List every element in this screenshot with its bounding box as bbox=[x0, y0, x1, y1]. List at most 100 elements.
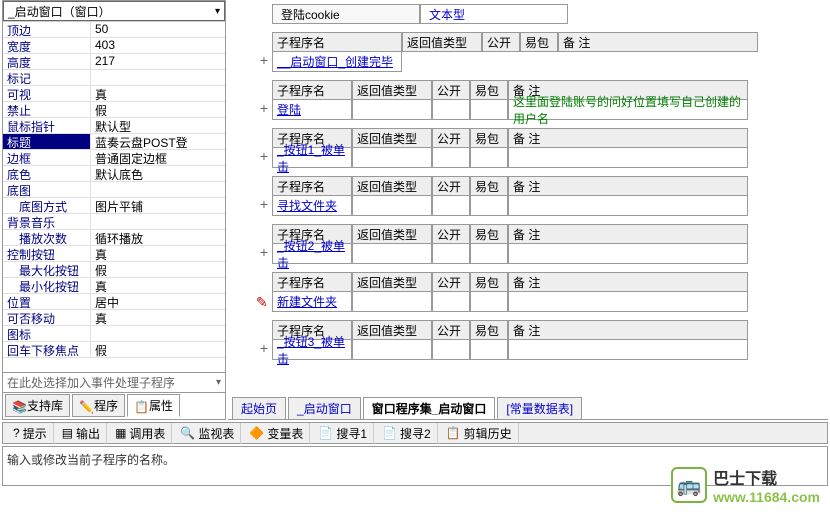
tab-clipboard[interactable]: 📋剪辑历史 bbox=[440, 423, 519, 444]
property-row[interactable]: 顶边50 bbox=[3, 22, 225, 38]
proc-cell[interactable] bbox=[432, 340, 470, 360]
property-value[interactable]: 蓝奏云盘POST登 bbox=[91, 134, 225, 149]
proc-name[interactable]: 寻找文件夹 bbox=[272, 196, 352, 216]
property-row[interactable]: 可视真 bbox=[3, 86, 225, 102]
event-handler-select[interactable]: 在此处选择加入事件处理子程序 bbox=[3, 372, 225, 392]
object-dropdown[interactable]: _启动窗口（窗口） bbox=[3, 1, 225, 21]
property-row[interactable]: 底图方式图片平铺 bbox=[3, 198, 225, 214]
tab-startup-window[interactable]: _启动窗口 bbox=[288, 397, 361, 419]
property-value[interactable]: 真 bbox=[91, 278, 225, 293]
proc-cell[interactable] bbox=[352, 196, 432, 216]
property-value[interactable]: 403 bbox=[91, 38, 225, 53]
proc-cell[interactable] bbox=[470, 340, 508, 360]
property-row[interactable]: 鼠标指针默认型 bbox=[3, 118, 225, 134]
proc-cell[interactable] bbox=[432, 244, 470, 264]
tab-procedure-set[interactable]: 窗口程序集_启动窗口 bbox=[363, 397, 496, 419]
proc-cell[interactable] bbox=[432, 196, 470, 216]
property-value[interactable]: 50 bbox=[91, 22, 225, 37]
tab-constants[interactable]: [常量数据表] bbox=[497, 397, 582, 419]
proc-cell[interactable] bbox=[352, 100, 432, 120]
property-row[interactable]: 最大化按钮假 bbox=[3, 262, 225, 278]
property-value[interactable]: 真 bbox=[91, 86, 225, 101]
proc-cell[interactable] bbox=[352, 244, 432, 264]
property-value[interactable] bbox=[91, 326, 225, 341]
property-value[interactable]: 图片平铺 bbox=[91, 198, 225, 213]
property-row[interactable]: 位置居中 bbox=[3, 294, 225, 310]
proc-cell[interactable] bbox=[508, 244, 748, 264]
expand-icon[interactable]: + bbox=[258, 150, 270, 162]
proc-cell[interactable] bbox=[470, 100, 508, 120]
property-value[interactable]: 默认型 bbox=[91, 118, 225, 133]
tab-find1[interactable]: 📄搜寻1 bbox=[312, 423, 374, 444]
tab-variables[interactable]: 🔶变量表 bbox=[243, 423, 310, 444]
proc-name[interactable]: _按钮2_被单击 bbox=[272, 244, 352, 264]
property-row[interactable]: 标记 bbox=[3, 70, 225, 86]
property-value[interactable]: 真 bbox=[91, 246, 225, 261]
tab-find2[interactable]: 📄搜寻2 bbox=[376, 423, 438, 444]
proc-name[interactable]: 新建文件夹 bbox=[272, 292, 352, 312]
proc-cell[interactable] bbox=[470, 244, 508, 264]
proc-cell[interactable] bbox=[432, 292, 470, 312]
property-row[interactable]: 回车下移焦点假 bbox=[3, 342, 225, 358]
expand-icon[interactable]: + bbox=[258, 246, 270, 258]
proc-cell[interactable] bbox=[508, 340, 748, 360]
proc-cell[interactable] bbox=[432, 148, 470, 168]
property-row[interactable]: 高度217 bbox=[3, 54, 225, 70]
tab-program[interactable]: ✏️程序 bbox=[72, 394, 125, 417]
tab-hint[interactable]: ?提示 bbox=[7, 423, 54, 444]
property-value[interactable]: 假 bbox=[91, 102, 225, 117]
proc-cell[interactable] bbox=[432, 100, 470, 120]
tab-output[interactable]: ▤输出 bbox=[56, 423, 107, 444]
property-row[interactable]: 禁止假 bbox=[3, 102, 225, 118]
property-row[interactable]: 边框普通固定边框 bbox=[3, 150, 225, 166]
property-value[interactable]: 假 bbox=[91, 342, 225, 357]
property-value[interactable]: 217 bbox=[91, 54, 225, 69]
var-type-cell[interactable]: 文本型 bbox=[420, 4, 568, 24]
proc-cell[interactable] bbox=[352, 148, 432, 168]
expand-icon[interactable]: + bbox=[258, 198, 270, 210]
proc-cell[interactable] bbox=[470, 196, 508, 216]
tab-support-lib[interactable]: 📚支持库 bbox=[5, 394, 70, 417]
proc-name[interactable]: _按钮3_被单击 bbox=[272, 340, 352, 360]
expand-icon[interactable]: + bbox=[258, 342, 270, 354]
tab-call-table[interactable]: ▦调用表 bbox=[109, 423, 172, 444]
proc-cell[interactable] bbox=[352, 340, 432, 360]
proc-name[interactable]: __启动窗口_创建完毕 bbox=[272, 52, 402, 72]
proc-name[interactable]: _按钮1_被单击 bbox=[272, 148, 352, 168]
property-value[interactable]: 假 bbox=[91, 262, 225, 277]
proc-cell[interactable] bbox=[508, 292, 748, 312]
pencil-icon[interactable]: ✎ bbox=[256, 294, 268, 311]
property-row[interactable]: 最小化按钮真 bbox=[3, 278, 225, 294]
property-value[interactable]: 循环播放 bbox=[91, 230, 225, 245]
expand-icon[interactable]: + bbox=[258, 102, 270, 114]
property-grid[interactable]: 顶边50宽度403高度217标记可视真禁止假鼠标指针默认型标题蓝奏云盘POST登… bbox=[3, 21, 225, 372]
property-value[interactable] bbox=[91, 214, 225, 229]
proc-cell[interactable]: 这里面登陆账号的问好位置填写自己创建的用户名 bbox=[508, 100, 748, 120]
proc-name[interactable]: 登陆 bbox=[272, 100, 352, 120]
proc-cell[interactable] bbox=[508, 148, 748, 168]
tab-property[interactable]: 📋属性 bbox=[127, 394, 180, 417]
expand-icon[interactable]: + bbox=[258, 54, 270, 66]
property-value[interactable]: 默认底色 bbox=[91, 166, 225, 181]
property-value[interactable]: 居中 bbox=[91, 294, 225, 309]
property-row[interactable]: 播放次数循环播放 bbox=[3, 230, 225, 246]
property-row[interactable]: 底色默认底色 bbox=[3, 166, 225, 182]
property-row[interactable]: 宽度403 bbox=[3, 38, 225, 54]
var-name-cell[interactable]: 登陆cookie bbox=[272, 4, 420, 24]
property-value[interactable] bbox=[91, 182, 225, 197]
proc-cell[interactable] bbox=[470, 292, 508, 312]
property-row[interactable]: 底图 bbox=[3, 182, 225, 198]
proc-cell[interactable] bbox=[470, 148, 508, 168]
property-value[interactable] bbox=[91, 70, 225, 85]
tab-start-page[interactable]: 起始页 bbox=[232, 397, 286, 419]
property-value[interactable]: 普通固定边框 bbox=[91, 150, 225, 165]
property-row[interactable]: 可否移动真 bbox=[3, 310, 225, 326]
tab-watch[interactable]: 🔍监视表 bbox=[174, 423, 241, 444]
proc-cell[interactable] bbox=[508, 196, 748, 216]
property-row[interactable]: 标题蓝奏云盘POST登 bbox=[3, 134, 225, 150]
proc-cell[interactable] bbox=[352, 292, 432, 312]
property-row[interactable]: 控制按钮真 bbox=[3, 246, 225, 262]
property-row[interactable]: 图标 bbox=[3, 326, 225, 342]
property-row[interactable]: 背景音乐 bbox=[3, 214, 225, 230]
property-value[interactable]: 真 bbox=[91, 310, 225, 325]
